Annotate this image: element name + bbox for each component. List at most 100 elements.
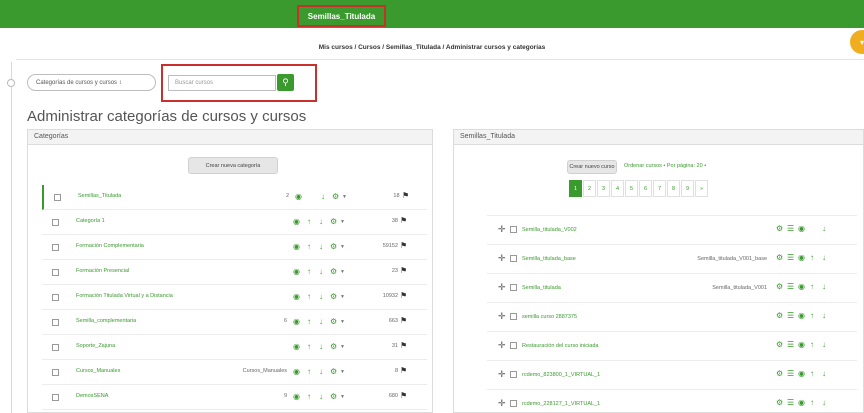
move-up-icon[interactable]: ↑ xyxy=(307,240,311,254)
page-9[interactable]: 9 xyxy=(681,180,694,197)
enrolment-icon[interactable]: ☰ xyxy=(787,398,794,408)
move-up-icon[interactable]: ↑ xyxy=(810,369,814,379)
page-next[interactable]: » xyxy=(695,180,708,197)
move-up-icon[interactable]: ↑ xyxy=(307,365,311,379)
category-name[interactable]: Categoría 1 xyxy=(76,218,105,224)
course-checkbox[interactable] xyxy=(510,342,517,349)
course-checkbox[interactable] xyxy=(510,371,517,378)
visibility-icon[interactable]: ◉ xyxy=(798,340,805,350)
move-up-icon[interactable]: ↑ xyxy=(810,282,814,292)
gear-icon[interactable]: ⚙ xyxy=(330,315,337,329)
visibility-icon[interactable]: ◉ xyxy=(293,240,300,254)
category-name[interactable]: Semilla_complementaria xyxy=(76,318,136,324)
move-up-icon[interactable]: ↑ xyxy=(307,215,311,229)
move-down-icon[interactable]: ↓ xyxy=(822,253,826,263)
move-handle-icon[interactable]: ✛ xyxy=(498,340,506,351)
course-name[interactable]: Semilla_titulada xyxy=(522,285,561,291)
move-down-icon[interactable]: ↓ xyxy=(822,311,826,321)
enrolment-icon[interactable]: ☰ xyxy=(787,369,794,379)
move-down-icon[interactable]: ↓ xyxy=(822,369,826,379)
category-name[interactable]: Semillas_Titulada xyxy=(78,193,121,199)
enrolment-icon[interactable]: ☰ xyxy=(787,253,794,263)
site-title[interactable]: Semillas_Titulada xyxy=(297,5,386,27)
chevron-down-icon[interactable]: ▼ xyxy=(342,190,347,204)
gear-icon[interactable]: ⚙ xyxy=(330,215,337,229)
course-name[interactable]: Semilla_titulada_base xyxy=(522,256,576,262)
visibility-icon[interactable]: ◉ xyxy=(798,282,805,292)
visibility-icon[interactable]: ◉ xyxy=(798,369,805,379)
course-name[interactable]: rcdemo_823800_1_VIRTUAL_1 xyxy=(522,372,600,378)
visibility-icon[interactable]: ◉ xyxy=(798,224,805,234)
move-up-icon[interactable]: ↑ xyxy=(307,265,311,279)
move-down-icon[interactable]: ↓ xyxy=(822,398,826,408)
course-name[interactable]: semilla curso 2887375 xyxy=(522,314,577,320)
move-up-icon[interactable]: ↑ xyxy=(810,340,814,350)
visibility-icon[interactable]: ◉ xyxy=(798,253,805,263)
move-up-icon[interactable]: ↑ xyxy=(307,340,311,354)
move-handle-icon[interactable]: ✛ xyxy=(498,282,506,293)
visibility-icon[interactable]: ◉ xyxy=(293,265,300,279)
page-6[interactable]: 6 xyxy=(639,180,652,197)
course-checkbox[interactable] xyxy=(510,313,517,320)
category-checkbox[interactable] xyxy=(52,269,59,276)
move-up-icon[interactable]: ↑ xyxy=(307,390,311,404)
gear-icon[interactable]: ⚙ xyxy=(332,190,339,204)
move-handle-icon[interactable]: ✛ xyxy=(498,311,506,322)
move-down-icon[interactable]: ↓ xyxy=(319,265,323,279)
gear-icon[interactable]: ⚙ xyxy=(330,390,337,404)
chevron-down-icon[interactable]: ▼ xyxy=(340,340,345,354)
gear-icon[interactable]: ⚙ xyxy=(330,240,337,254)
move-up-icon[interactable]: ↑ xyxy=(810,398,814,408)
move-down-icon[interactable]: ↓ xyxy=(319,215,323,229)
enrolment-icon[interactable]: ☰ xyxy=(787,311,794,321)
page-2[interactable]: 2 xyxy=(583,180,596,197)
visibility-icon[interactable]: ◉ xyxy=(293,290,300,304)
gear-icon[interactable]: ⚙ xyxy=(330,365,337,379)
visibility-icon[interactable]: ◉ xyxy=(293,340,300,354)
move-up-icon[interactable]: ↑ xyxy=(307,290,311,304)
move-down-icon[interactable]: ↓ xyxy=(319,365,323,379)
breadcrumb[interactable]: Mis cursos / Cursos / Semillas_Titulada … xyxy=(0,44,864,51)
move-down-icon[interactable]: ↓ xyxy=(319,315,323,329)
page-7[interactable]: 7 xyxy=(653,180,666,197)
page-1[interactable]: 1 xyxy=(569,180,582,197)
move-handle-icon[interactable]: ✛ xyxy=(498,369,506,380)
move-down-icon[interactable]: ↓ xyxy=(321,190,325,204)
chevron-down-icon[interactable]: ▼ xyxy=(340,290,345,304)
course-checkbox[interactable] xyxy=(510,400,517,407)
course-list-options[interactable]: Ordenar cursos • Por página: 20 • xyxy=(624,163,706,169)
create-category-button[interactable]: Crear nueva categoría xyxy=(188,157,278,174)
course-name[interactable]: Semilla_titulada_V002 xyxy=(522,227,577,233)
chevron-down-icon[interactable]: ▼ xyxy=(340,240,345,254)
category-checkbox[interactable] xyxy=(52,294,59,301)
category-checkbox[interactable] xyxy=(52,344,59,351)
move-down-icon[interactable]: ↓ xyxy=(822,282,826,292)
category-name[interactable]: DemosSENA xyxy=(76,393,108,399)
create-course-button[interactable]: Crear nuevo curso xyxy=(567,160,617,174)
chevron-down-icon[interactable]: ▼ xyxy=(340,215,345,229)
move-handle-icon[interactable]: ✛ xyxy=(498,253,506,264)
move-down-icon[interactable]: ↓ xyxy=(319,340,323,354)
category-name[interactable]: Cursos_Manuales xyxy=(76,368,120,374)
course-name[interactable]: rcdemo_228127_1_VIRTUAL_1 xyxy=(522,401,600,407)
move-handle-icon[interactable]: ✛ xyxy=(498,398,506,409)
category-name[interactable]: Formación Titulada Virtual y a Distancia xyxy=(76,293,173,299)
gear-icon[interactable]: ⚙ xyxy=(776,398,783,408)
course-checkbox[interactable] xyxy=(510,226,517,233)
gear-icon[interactable]: ⚙ xyxy=(776,253,783,263)
enrolment-icon[interactable]: ☰ xyxy=(787,224,794,234)
gear-icon[interactable]: ⚙ xyxy=(776,282,783,292)
gear-icon[interactable]: ⚙ xyxy=(330,290,337,304)
search-button[interactable]: ⚲ xyxy=(277,74,294,91)
move-up-icon[interactable]: ↑ xyxy=(307,315,311,329)
gear-icon[interactable]: ⚙ xyxy=(776,311,783,321)
gear-icon[interactable]: ⚙ xyxy=(330,340,337,354)
gear-icon[interactable]: ⚙ xyxy=(776,340,783,350)
gear-icon[interactable]: ⚙ xyxy=(776,224,783,234)
visibility-icon[interactable]: ◉ xyxy=(798,311,805,321)
page-5[interactable]: 5 xyxy=(625,180,638,197)
move-down-icon[interactable]: ↓ xyxy=(319,240,323,254)
visibility-icon[interactable]: ◉ xyxy=(295,190,302,204)
visibility-icon[interactable]: ◉ xyxy=(293,390,300,404)
gear-icon[interactable]: ⚙ xyxy=(776,369,783,379)
